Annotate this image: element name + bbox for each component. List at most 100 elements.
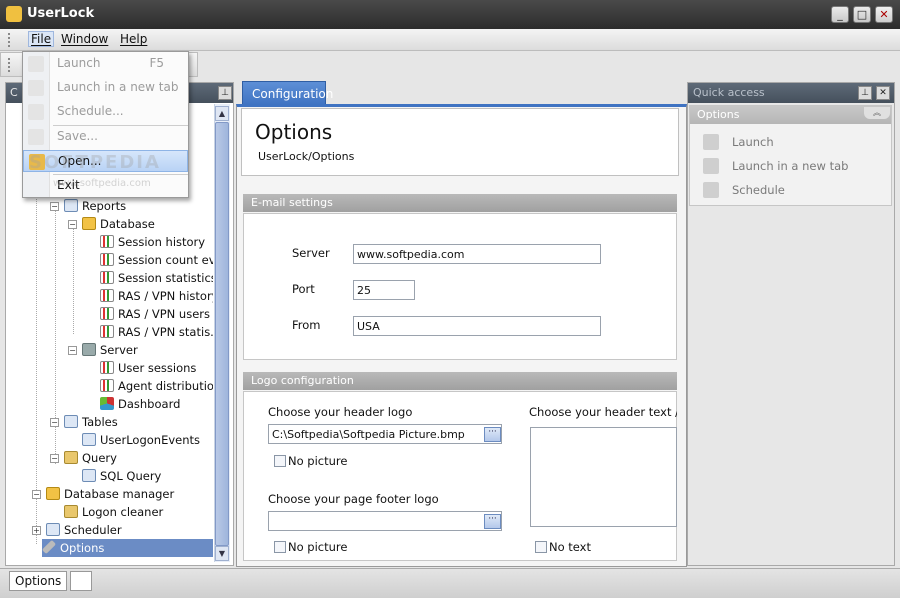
logo-configuration-header: Logo configuration: [243, 372, 677, 390]
expander-query-icon[interactable]: −: [50, 454, 59, 463]
header-logo-input[interactable]: C:\Softpedia\Softpedia Picture.bmp: [268, 424, 502, 444]
expander-tables-icon[interactable]: −: [50, 418, 59, 427]
breadcrumb: UserLock/Options: [258, 150, 355, 163]
tree-item-server[interactable]: Server: [82, 341, 138, 359]
clock-icon: [28, 104, 44, 120]
report-folder-icon: [64, 199, 78, 212]
menu-save[interactable]: Save...: [23, 126, 188, 148]
menu-file[interactable]: File: [28, 31, 55, 47]
footer-logo-browse-button[interactable]: ···: [484, 514, 501, 529]
menu-schedule[interactable]: Schedule...: [23, 101, 188, 123]
report-icon: [100, 235, 114, 248]
wrench-icon: [41, 539, 57, 555]
menu-grip-icon[interactable]: [8, 33, 11, 47]
expander-reports-icon[interactable]: −: [50, 202, 59, 211]
tree-item-tables[interactable]: Tables: [64, 413, 118, 431]
footer-logo-input[interactable]: [268, 511, 502, 531]
header-no-picture-checkbox[interactable]: [274, 455, 286, 467]
quick-access-group-header[interactable]: Options: [690, 106, 891, 124]
collapse-chevron-icon[interactable]: ︽: [864, 107, 890, 119]
report-icon: [100, 271, 114, 284]
tree-item-query[interactable]: Query: [64, 449, 117, 467]
status-tab-empty[interactable]: [70, 571, 92, 591]
tree-item-ras-vpn-statistics[interactable]: RAS / VPN statis...: [100, 323, 213, 341]
tree-item-reports[interactable]: Reports: [64, 197, 126, 215]
menu-bar: File Window Help: [0, 29, 900, 51]
database-icon: [82, 217, 96, 230]
menu-launch-new-tab[interactable]: Launch in a new tab: [23, 77, 188, 99]
tree-item-ras-vpn-users[interactable]: RAS / VPN users ...: [100, 305, 213, 323]
status-tab-options[interactable]: Options: [9, 571, 68, 591]
quick-launch-item[interactable]: Launch: [732, 135, 774, 149]
menu-launch[interactable]: Launch F5: [23, 53, 188, 75]
footer-no-picture-label: No picture: [288, 540, 348, 554]
header-logo-label: Choose your header logo: [268, 405, 413, 419]
clock-icon: [46, 523, 60, 536]
save-icon: [28, 129, 44, 145]
tree-item-database[interactable]: Database: [82, 215, 155, 233]
close-button[interactable]: ✕: [875, 6, 893, 23]
tree-item-session-statistics[interactable]: Session statistics: [100, 269, 213, 287]
footer-logo-label: Choose your page footer logo: [268, 492, 439, 506]
from-label: From: [292, 318, 321, 332]
from-input[interactable]: USA: [353, 316, 601, 336]
table-icon: [82, 433, 96, 446]
no-text-checkbox[interactable]: [535, 541, 547, 553]
menu-window[interactable]: Window: [61, 32, 108, 46]
toolbar-grip-icon[interactable]: [8, 58, 11, 72]
clock-icon: [703, 182, 719, 198]
tree-scroll-thumb[interactable]: [215, 122, 229, 546]
header-logo-browse-button[interactable]: ···: [484, 427, 501, 442]
tree-item-database-manager[interactable]: Database manager: [46, 485, 174, 503]
tree-item-user-sessions[interactable]: User sessions: [100, 359, 196, 377]
lightning-icon: [703, 134, 719, 150]
minimize-button[interactable]: _: [831, 6, 849, 23]
header-text-area[interactable]: [530, 427, 677, 527]
port-input[interactable]: 25: [353, 280, 415, 300]
header-text-label: Choose your header text / slog: [529, 405, 677, 419]
query-icon: [64, 451, 78, 464]
tree-item-logon-cleaner[interactable]: Logon cleaner: [64, 503, 163, 521]
report-icon: [100, 307, 114, 320]
lightning-icon: [28, 56, 44, 72]
pin-icon[interactable]: ⊥: [218, 86, 232, 100]
tree-item-ras-vpn-history[interactable]: RAS / VPN history: [100, 287, 213, 305]
watermark: SOFTPEDIA: [29, 152, 161, 173]
report-icon: [100, 325, 114, 338]
file-menu-dropdown: Launch F5 Launch in a new tab Schedule..…: [22, 51, 189, 198]
quick-access-close-icon[interactable]: ✕: [876, 86, 890, 100]
table-icon: [82, 469, 96, 482]
tree-item-options[interactable]: Options: [41, 539, 213, 557]
header-no-picture-label: No picture: [288, 454, 348, 468]
quick-launch-new-tab-item[interactable]: Launch in a new tab: [732, 159, 848, 173]
no-text-label: No text: [549, 540, 591, 554]
tree-item-session-count[interactable]: Session count ev...: [100, 251, 213, 269]
database-icon: [46, 487, 60, 500]
tree-item-session-history[interactable]: Session history: [100, 233, 205, 251]
tab-configuration[interactable]: Configuration: [242, 81, 333, 105]
scroll-up-icon[interactable]: ▲: [215, 106, 229, 121]
report-icon: [100, 379, 114, 392]
maximize-button[interactable]: □: [853, 6, 871, 23]
tree-item-scheduler[interactable]: Scheduler: [46, 521, 122, 539]
footer-no-picture-checkbox[interactable]: [274, 541, 286, 553]
expander-database-manager-icon[interactable]: −: [32, 490, 41, 499]
quick-access-title: Quick access: [693, 86, 765, 99]
expander-database-icon[interactable]: −: [68, 220, 77, 229]
report-icon: [100, 289, 114, 302]
server-label: Server: [292, 246, 330, 260]
server-input[interactable]: www.softpedia.com: [353, 244, 601, 264]
tree-item-dashboard[interactable]: Dashboard: [100, 395, 180, 413]
tree-item-userlogonevents[interactable]: UserLogonEvents: [82, 431, 200, 449]
tree-item-agent-distribution[interactable]: Agent distribution: [100, 377, 213, 395]
scroll-down-icon[interactable]: ▼: [215, 546, 229, 561]
expander-server-icon[interactable]: −: [68, 346, 77, 355]
port-label: Port: [292, 282, 315, 296]
quick-access-pin-icon[interactable]: ⊥: [858, 86, 872, 100]
tree-item-sql-query[interactable]: SQL Query: [82, 467, 161, 485]
expander-scheduler-icon[interactable]: +: [32, 526, 41, 535]
watermark-url: www.softpedia.com: [53, 178, 151, 189]
menu-help[interactable]: Help: [120, 32, 147, 46]
quick-schedule-item[interactable]: Schedule: [732, 183, 785, 197]
app-logo-icon: [6, 6, 22, 22]
